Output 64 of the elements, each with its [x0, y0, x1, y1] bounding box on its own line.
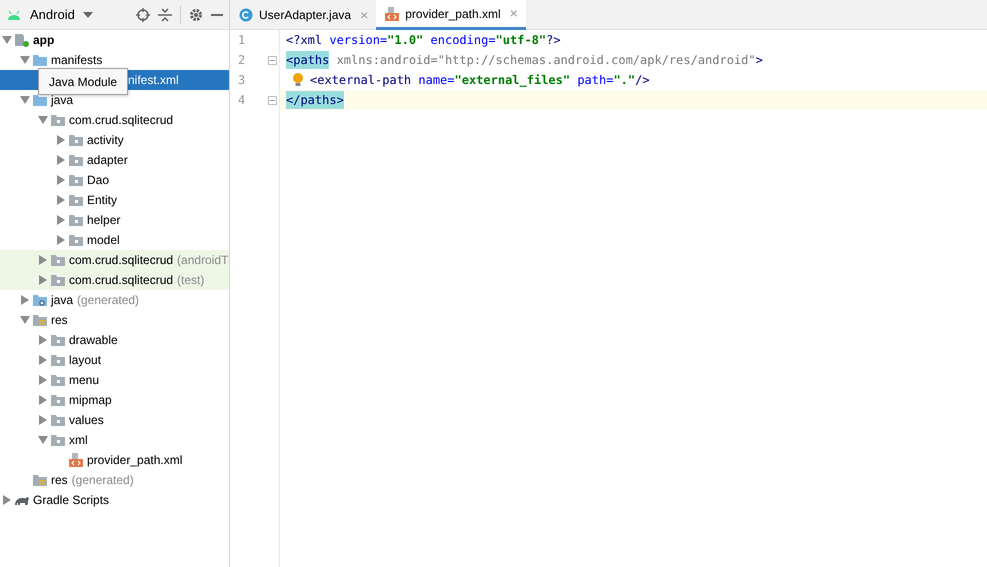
- code-line: <paths xmlns:android="http://schemas.android.com/apk/res/android">: [285, 50, 764, 70]
- editor-tab[interactable]: provider_path.xml ×: [376, 0, 526, 30]
- line-number: 4: [238, 92, 246, 109]
- tree-item[interactable]: com.crud.sqlitecrud (androidT: [0, 250, 229, 270]
- editor-tab[interactable]: UserAdapter.java ×: [230, 0, 376, 30]
- tree-item[interactable]: values: [0, 410, 229, 430]
- tree-item[interactable]: adapter: [0, 150, 229, 170]
- line-number: 2: [238, 52, 246, 69]
- resource-folder-icon: [32, 473, 48, 487]
- tree-item[interactable]: activity: [0, 130, 229, 150]
- package-folder-icon: [50, 253, 66, 267]
- package-folder-icon: [68, 153, 84, 167]
- package-folder-icon: [68, 133, 84, 147]
- package-folder-icon: [50, 273, 66, 287]
- tree-item[interactable]: app: [0, 30, 229, 50]
- package-folder-icon: [68, 193, 84, 207]
- package-folder-icon: [68, 233, 84, 247]
- tree-item[interactable]: Dao: [0, 170, 229, 190]
- lightbulb-icon: [292, 73, 304, 87]
- package-folder-icon: [50, 433, 66, 447]
- view-selector[interactable]: Android: [30, 4, 75, 24]
- tree-item[interactable]: xml: [0, 430, 229, 450]
- xml-file-icon: [384, 6, 400, 20]
- package-folder-icon: [68, 173, 84, 187]
- package-folder-icon: [50, 113, 66, 127]
- module-folder-icon: [14, 33, 30, 47]
- resource-folder-icon: [32, 313, 48, 327]
- package-folder-icon: [50, 393, 66, 407]
- tree-item[interactable]: com.crud.sqlitecrud: [0, 110, 229, 130]
- tree-item[interactable]: Entity: [0, 190, 229, 210]
- tree-item[interactable]: mipmap: [0, 390, 229, 410]
- generated-folder-icon: [32, 293, 48, 307]
- collapse-icon: [158, 8, 172, 22]
- package-folder-icon: [68, 213, 84, 227]
- tree-item[interactable]: manifests: [0, 50, 229, 70]
- line-number: 1: [238, 32, 246, 49]
- tree-item[interactable]: com.crud.sqlitecrud (test): [0, 270, 229, 290]
- folder-icon: [32, 53, 48, 67]
- tree-item[interactable]: layout: [0, 350, 229, 370]
- tree-item[interactable]: model: [0, 230, 229, 250]
- class-icon: [238, 8, 254, 22]
- folder-icon: [32, 93, 48, 107]
- package-folder-icon: [50, 353, 66, 367]
- tree-item[interactable]: drawable: [0, 330, 229, 350]
- code-line: <external-path name="external_files" path="."/>: [280, 70, 987, 90]
- package-folder-icon: [50, 373, 66, 387]
- tree-item[interactable]: res: [0, 310, 229, 330]
- package-folder-icon: [50, 413, 66, 427]
- tree-item[interactable]: res (generated): [0, 470, 229, 490]
- tree-item[interactable]: helper: [0, 210, 229, 230]
- tree-item[interactable]: menu: [0, 370, 229, 390]
- tree-item[interactable]: java (generated): [0, 290, 229, 310]
- settings-icon: [189, 8, 203, 22]
- xml-file-icon: [68, 453, 84, 467]
- tree-item[interactable]: provider_path.xml: [0, 450, 229, 470]
- line-number: 3: [238, 72, 246, 89]
- tree-item[interactable]: Gradle Scripts: [0, 490, 229, 510]
- package-folder-icon: [50, 333, 66, 347]
- android-icon: [6, 8, 22, 20]
- crosshair-icon: [136, 8, 150, 22]
- code-line: <?xml version="1.0" encoding="utf-8"?>: [285, 32, 562, 49]
- minimize-icon: [211, 14, 223, 16]
- caret-icon: [82, 12, 93, 18]
- tooltip: Java Module: [38, 68, 128, 95]
